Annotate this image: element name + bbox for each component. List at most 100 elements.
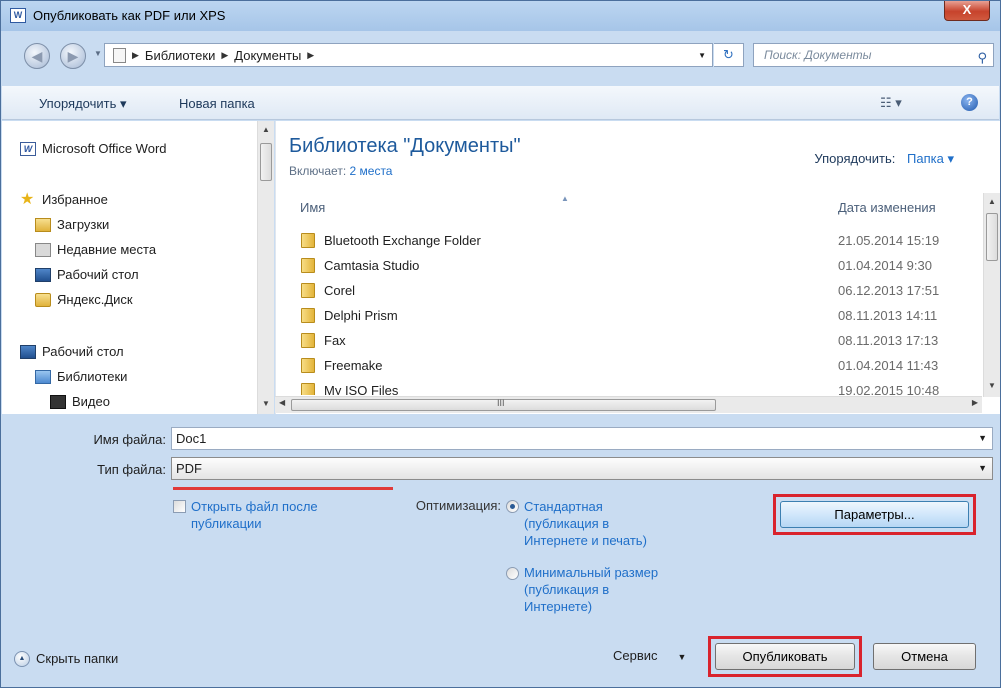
nav-scrollbar[interactable]: ▲ ▼ <box>257 121 274 414</box>
downloads-folder-icon <box>35 218 51 232</box>
params-button[interactable]: Параметры... <box>780 501 969 528</box>
view-options-icon[interactable]: ☷ ▾ <box>880 95 902 111</box>
scroll-right-icon[interactable]: ▶ <box>972 398 978 407</box>
desktop-icon <box>20 345 36 359</box>
sidebar-item-desktop-fav[interactable]: Рабочий стол <box>35 267 139 282</box>
folder-icon <box>301 258 315 273</box>
chevron-down-icon[interactable]: ▼ <box>978 458 987 479</box>
optimization-standard-label[interactable]: Стандартная (публикация в Интернете и пе… <box>524 498 674 549</box>
optimization-minimal-label[interactable]: Минимальный размер (публикация в Интерне… <box>524 564 674 615</box>
scroll-thumb[interactable]: III <box>291 398 716 411</box>
optimization-label: Оптимизация: <box>415 498 501 513</box>
breadcrumb-separator-icon[interactable]: ▶ <box>221 50 228 61</box>
folder-icon <box>301 283 315 298</box>
filename-input[interactable]: Doc1 ▼ <box>171 427 993 450</box>
includes-locations-link[interactable]: 2 места <box>350 164 393 178</box>
open-after-publish-checkbox[interactable] <box>173 500 186 513</box>
hide-folders-icon[interactable]: ▲ <box>14 651 30 667</box>
sidebar-item-libraries[interactable]: Библиотеки <box>35 369 127 384</box>
folder-icon <box>301 333 315 348</box>
file-row[interactable]: Fax 08.11.2013 17:13 <box>276 329 983 354</box>
file-row[interactable]: Corel 06.12.2013 17:51 <box>276 279 983 304</box>
horizontal-scrollbar[interactable]: ◀ III ▶ <box>275 396 982 413</box>
word-icon: W <box>20 142 36 156</box>
publish-button[interactable]: Опубликовать <box>715 643 855 670</box>
forward-button[interactable]: ▶ <box>60 43 86 69</box>
folder-icon <box>301 308 315 323</box>
scroll-down-icon[interactable]: ▼ <box>258 399 274 408</box>
title-bar: W Опубликовать как PDF или XPS X <box>1 1 1000 31</box>
column-date-modified[interactable]: Дата изменения <box>838 200 936 215</box>
column-name[interactable]: Имя <box>300 200 325 215</box>
scroll-thumb[interactable] <box>986 213 998 261</box>
organize-menu[interactable]: Упорядочить ▾ <box>39 96 127 112</box>
arrange-by-dropdown[interactable]: Папка ▾ <box>907 151 954 166</box>
window-title: Опубликовать как PDF или XPS <box>33 8 226 23</box>
scroll-up-icon[interactable]: ▲ <box>984 197 1000 206</box>
file-row[interactable]: Bluetooth Exchange Folder 21.05.2014 15:… <box>276 229 983 254</box>
sidebar-item-yandex-disk[interactable]: Яндекс.Диск <box>35 292 133 307</box>
scroll-down-icon[interactable]: ▼ <box>984 381 1000 390</box>
open-after-publish-label[interactable]: Открыть файл после публикации <box>191 498 361 532</box>
new-folder-button[interactable]: Новая папка <box>179 96 255 111</box>
breadcrumb-libraries[interactable]: Библиотеки <box>145 48 215 63</box>
address-dropdown-icon[interactable]: ▼ <box>698 51 706 60</box>
sidebar-item-desktop[interactable]: Рабочий стол <box>20 344 124 359</box>
sidebar-item-downloads[interactable]: Загрузки <box>35 217 109 232</box>
optimization-minimal-radio[interactable] <box>506 567 519 580</box>
breadcrumb-separator-icon[interactable]: ▶ <box>132 50 139 61</box>
publish-pdf-dialog: W Опубликовать как PDF или XPS X ◀ ▶ ▼ ▶… <box>0 0 1001 688</box>
address-row: ◀ ▶ ▼ ▶ Библиотеки ▶ Документы ▶ ▼ ↻ Пои… <box>1 31 1000 81</box>
chevron-down-icon[interactable]: ▼ <box>678 652 687 662</box>
search-placeholder: Поиск: Документы <box>764 48 872 62</box>
back-button[interactable]: ◀ <box>24 43 50 69</box>
scroll-left-icon[interactable]: ◀ <box>279 398 285 407</box>
breadcrumb-documents[interactable]: Документы <box>234 48 301 63</box>
files-scrollbar[interactable]: ▲ ▼ <box>983 193 1000 397</box>
filetype-highlight-underline <box>173 487 393 490</box>
folder-icon <box>301 233 315 248</box>
breadcrumb-separator-icon[interactable]: ▶ <box>307 50 314 61</box>
sort-ascending-icon: ▲ <box>561 194 569 203</box>
scroll-up-icon[interactable]: ▲ <box>258 125 274 134</box>
help-icon[interactable]: ? <box>961 94 978 111</box>
sidebar-item-word[interactable]: W Microsoft Office Word <box>20 141 167 156</box>
sidebar-item-recent[interactable]: Недавние места <box>35 242 156 257</box>
file-row[interactable]: Camtasia Studio 01.04.2014 9:30 <box>276 254 983 279</box>
scroll-thumb[interactable] <box>260 143 272 181</box>
toolbar: Упорядочить ▾ Новая папка ☷ ▾ ? <box>2 86 999 120</box>
search-icon[interactable]: ⚲ <box>977 47 987 69</box>
tools-menu[interactable]: Сервис ▼ <box>613 648 686 663</box>
library-icon <box>113 47 126 63</box>
file-row[interactable]: Delphi Prism 08.11.2013 14:11 <box>276 304 983 329</box>
navigation-pane: W Microsoft Office Word ★ Избранное Загр… <box>2 121 274 414</box>
library-includes: Включает: 2 места <box>289 164 393 178</box>
column-headers: ▲ Имя Дата изменения <box>276 193 983 219</box>
filetype-select[interactable]: PDF ▼ <box>171 457 993 480</box>
library-title: Библиотека "Документы" <box>289 135 521 157</box>
filetype-label: Тип файла: <box>97 462 166 477</box>
star-icon: ★ <box>20 191 35 208</box>
search-input[interactable]: Поиск: Документы ⚲ <box>753 43 994 67</box>
close-button[interactable]: X <box>944 1 990 21</box>
sidebar-item-video[interactable]: Видео <box>50 394 110 409</box>
address-bar[interactable]: ▶ Библиотеки ▶ Документы ▶ ▼ <box>104 43 713 67</box>
sidebar-item-favorites[interactable]: ★ Избранное <box>20 192 108 208</box>
refresh-button[interactable]: ↻ <box>714 43 744 67</box>
hide-folders-button[interactable]: Скрыть папки <box>36 651 118 666</box>
cancel-button[interactable]: Отмена <box>873 643 976 670</box>
word-app-icon: W <box>10 8 26 23</box>
desktop-icon <box>35 268 51 282</box>
history-dropdown-icon[interactable]: ▼ <box>94 49 102 58</box>
video-icon <box>50 395 66 409</box>
folder-icon <box>301 358 315 373</box>
file-list-pane: Библиотека "Документы" Включает: 2 места… <box>275 121 1000 414</box>
folder-icon <box>35 293 51 307</box>
filename-label: Имя файла: <box>93 432 166 447</box>
chevron-down-icon[interactable]: ▼ <box>978 428 987 449</box>
optimization-standard-radio[interactable] <box>506 500 519 513</box>
file-row[interactable]: Freemake 01.04.2014 11:43 <box>276 354 983 379</box>
libraries-icon <box>35 370 51 384</box>
file-row[interactable]: My ISO Files 19.02.2015 10:48 <box>276 379 983 395</box>
arrange-by: Упорядочить: Папка ▾ <box>814 151 954 166</box>
